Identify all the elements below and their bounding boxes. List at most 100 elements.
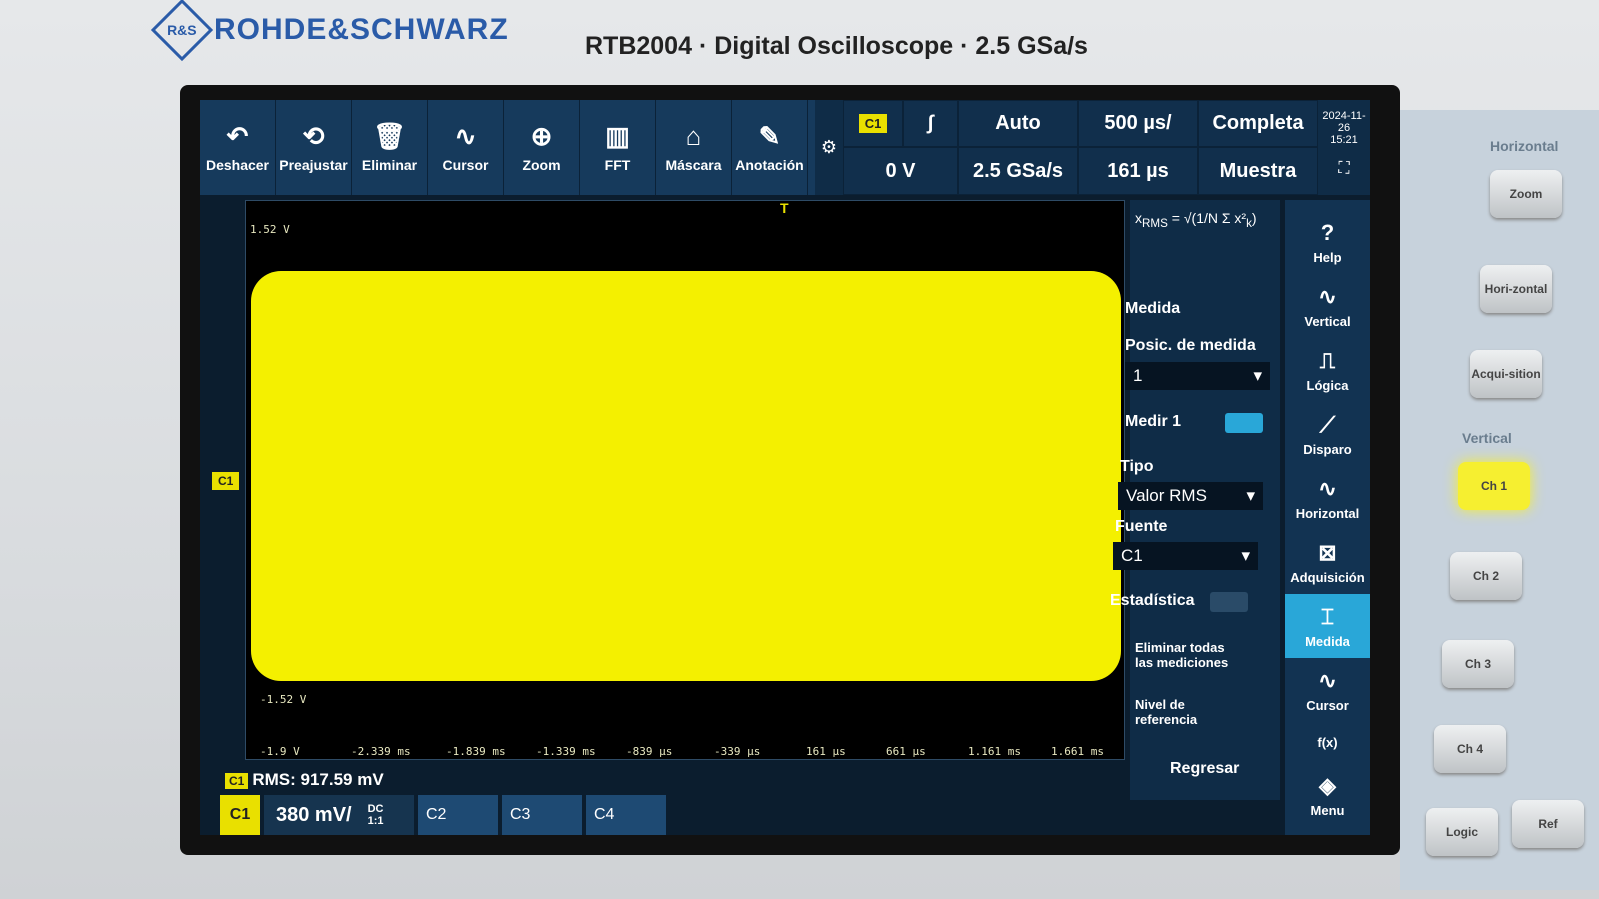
horizontal-position[interactable]: 161 µs <box>1078 147 1198 195</box>
reference-level-button[interactable]: Nivel de referencia <box>1135 697 1225 727</box>
datetime: 2024-11-26 15:21 ⛶ <box>1318 100 1370 195</box>
tool-delete[interactable]: 🗑 Eliminar <box>352 100 428 195</box>
tool-mask[interactable]: ⌂ Máscara <box>656 100 732 195</box>
cursor-button[interactable]: ∿ Cursor <box>1285 658 1370 722</box>
horizontal-button[interactable]: ∿ Horizontal <box>1285 466 1370 530</box>
chevron-down-icon: ▾ <box>1253 366 1262 385</box>
vertical-title: Vertical <box>1462 430 1512 446</box>
trigger-level[interactable]: 0 V <box>843 147 958 195</box>
cursor-icon: ∿ <box>454 120 477 151</box>
undo-icon: ↶ <box>226 120 249 151</box>
chevron-down-icon: ▾ <box>1241 546 1250 565</box>
ch1-key[interactable]: Ch 1 <box>1458 462 1530 510</box>
logic-key[interactable]: Logic <box>1426 808 1498 856</box>
menu-button[interactable]: ◈ Menu <box>1285 762 1370 828</box>
tool-zoom[interactable]: ⊕ Zoom <box>504 100 580 195</box>
channel-1-button[interactable]: C1 <box>220 795 260 835</box>
measure-title: Medida <box>1125 300 1181 317</box>
x-tick: -1.339 ms <box>536 745 596 758</box>
toolbar: ↶ Deshacer ⟲ Preajustar 🗑 Eliminar ∿ Cursor … <box>200 100 815 195</box>
delete-all-button[interactable]: Eliminar todas las mediciones <box>1135 640 1245 670</box>
trigger-button[interactable]: ⟋ Disparo <box>1285 402 1370 466</box>
network-icon: ⛶ <box>1338 160 1350 177</box>
channel-bar: C1 380 mV/ DC 1:1 C2 C3 C4 <box>220 795 666 835</box>
measure-1-toggle[interactable] <box>1225 413 1263 433</box>
acquisition-icon: ⊠ <box>1318 539 1337 565</box>
channel-4-button[interactable]: C4 <box>586 795 666 835</box>
mask-icon: ⌂ <box>685 120 702 151</box>
brand: R&S ROHDE&SCHWARZ <box>150 0 509 62</box>
statistics-label: Estadística <box>1110 592 1195 609</box>
channel-offset-marker[interactable]: C1 <box>212 472 240 490</box>
x-tick: 1.661 ms <box>1051 745 1104 758</box>
channel-1-scale[interactable]: 380 mV/ DC 1:1 <box>264 795 414 835</box>
rms-formula: xRMS = √(1/N Σ x²k) <box>1135 210 1257 230</box>
horizontal-icon: ∿ <box>1318 475 1337 501</box>
x-tick: 661 µs <box>886 745 926 758</box>
help-button[interactable]: ? Help <box>1285 210 1370 274</box>
trigger-icon: ⟋ <box>1319 411 1336 437</box>
y-bottom-label: -1.52 V <box>260 693 307 706</box>
function-button[interactable]: f(x) <box>1285 722 1370 762</box>
record-mode[interactable]: Completa <box>1198 100 1318 147</box>
acquisition-mode[interactable]: Muestra <box>1198 147 1318 195</box>
tool-annotation[interactable]: ✎ Anotación <box>732 100 808 195</box>
channel-2-button[interactable]: C2 <box>418 795 498 835</box>
vertical-button[interactable]: ∿ Vertical <box>1285 274 1370 338</box>
type-label: Tipo <box>1120 458 1154 475</box>
cursor-icon: ∿ <box>1318 667 1337 693</box>
x-tick: 1.161 ms <box>968 745 1021 758</box>
logic-icon: ⎍ <box>1319 347 1336 373</box>
measure-button[interactable]: ⌶ Medida <box>1285 594 1370 658</box>
back-button[interactable]: Regresar <box>1170 760 1239 778</box>
zoom-key[interactable]: Zoom <box>1490 170 1562 218</box>
ref-key[interactable]: Ref <box>1512 800 1584 848</box>
timebase[interactable]: 500 µs/ <box>1078 100 1198 147</box>
y-top-label: 1.52 V <box>250 223 290 236</box>
rms-readout: C1 RMS: 917.59 mV <box>225 770 384 790</box>
trigger-slope[interactable]: ∫ <box>903 100 958 147</box>
tool-fft[interactable]: ▥ FFT <box>580 100 656 195</box>
x-tick: -1.839 ms <box>446 745 506 758</box>
tool-preset[interactable]: ⟲ Preajustar <box>276 100 352 195</box>
measure-icon: ⌶ <box>1320 603 1335 629</box>
channel-3-button[interactable]: C3 <box>502 795 582 835</box>
trash-icon: 🗑 <box>372 120 406 151</box>
type-select[interactable]: Valor RMS ▾ <box>1118 482 1263 510</box>
horizontal-title: Horizontal <box>1490 138 1559 154</box>
ch3-key[interactable]: Ch 3 <box>1442 640 1514 688</box>
statistics-toggle[interactable] <box>1210 592 1248 612</box>
chevron-down-icon: ▾ <box>1246 486 1255 505</box>
waveform-grid[interactable]: 1.52 V -1.52 V -1.9 V -2.339 ms -1.839 m… <box>245 200 1125 760</box>
acquisition-button[interactable]: ⊠ Adquisición <box>1285 530 1370 594</box>
x-tick: -2.339 ms <box>351 745 411 758</box>
function-icon: f(x) <box>1317 734 1338 750</box>
zoom-icon: ⊕ <box>530 120 553 151</box>
measure-1-label: Medir 1 <box>1125 413 1182 430</box>
tool-undo[interactable]: ↶ Deshacer <box>200 100 276 195</box>
trigger-source[interactable]: C1 <box>843 100 903 147</box>
settings-gear-icon[interactable]: ⚙ <box>815 100 843 195</box>
oscilloscope-screen: ↶ Deshacer ⟲ Preajustar 🗑 Eliminar ∿ Cursor … <box>200 100 1370 835</box>
vertical-icon: ∿ <box>1318 283 1337 309</box>
annotation-icon: ✎ <box>758 120 781 151</box>
horizontal-key[interactable]: Hori-zontal <box>1480 265 1552 313</box>
tool-cursor[interactable]: ∿ Cursor <box>428 100 504 195</box>
trigger-mode[interactable]: Auto <box>958 100 1078 147</box>
source-label: Fuente <box>1115 518 1168 535</box>
brand-name: ROHDE&SCHWARZ <box>214 13 509 46</box>
position-label: Posic. de medida <box>1125 337 1256 354</box>
brand-logo-icon: R&S <box>150 0 214 62</box>
y-min-label: -1.9 V <box>260 745 300 758</box>
source-select[interactable]: C1 ▾ <box>1113 542 1258 570</box>
sample-rate[interactable]: 2.5 GSa/s <box>958 147 1078 195</box>
acquisition-key[interactable]: Acqui-sition <box>1470 350 1542 398</box>
trigger-marker[interactable]: T <box>780 200 789 216</box>
logic-button[interactable]: ⎍ Lógica <box>1285 338 1370 402</box>
position-select[interactable]: 1 ▾ <box>1125 362 1270 390</box>
waveform-c1 <box>251 271 1121 681</box>
ch4-key[interactable]: Ch 4 <box>1434 725 1506 773</box>
ch2-key[interactable]: Ch 2 <box>1450 552 1522 600</box>
fft-icon: ▥ <box>605 120 630 151</box>
help-icon: ? <box>1320 219 1335 245</box>
